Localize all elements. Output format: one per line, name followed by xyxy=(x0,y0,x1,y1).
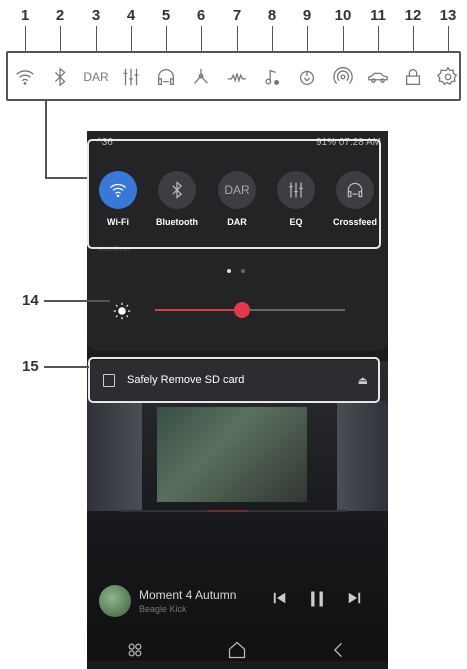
callout-line xyxy=(45,177,87,179)
bluetooth-icon xyxy=(47,60,73,94)
dar-icon: DAR xyxy=(83,60,109,94)
slider-fill xyxy=(155,309,243,311)
settings-icon xyxy=(435,60,461,94)
callout-line xyxy=(44,366,89,368)
legend-number: 8 xyxy=(267,7,277,24)
stage: 1 2 3 4 5 6 7 8 9 10 11 12 13 DAR ^36 91… xyxy=(0,0,467,669)
mqa-icon xyxy=(188,60,214,94)
callout-line xyxy=(44,300,110,302)
legend-number: 4 xyxy=(126,7,136,24)
background-panel xyxy=(337,401,388,511)
mini-player[interactable]: Moment 4 Autumn Beagle Kick xyxy=(87,581,388,621)
legend-number: 13 xyxy=(439,7,457,24)
line-out-icon xyxy=(224,60,250,94)
legend-number: 7 xyxy=(232,7,242,24)
legend-icons: DAR xyxy=(0,60,467,94)
legend-number: 9 xyxy=(302,7,312,24)
apps-icon[interactable] xyxy=(125,640,145,665)
music-icon xyxy=(259,60,285,94)
playback-progress xyxy=(121,510,347,512)
crossfeed-icon xyxy=(153,60,179,94)
wifi-icon xyxy=(12,60,38,94)
legend-number: 3 xyxy=(91,7,101,24)
callout-15: 15 xyxy=(22,358,39,375)
legend-number: 5 xyxy=(161,7,171,24)
legend-number: 10 xyxy=(334,7,352,24)
back-icon[interactable] xyxy=(329,640,349,665)
background-panel xyxy=(87,401,142,511)
legend-number: 2 xyxy=(55,7,65,24)
song-title: Moment 4 Autumn xyxy=(139,588,237,602)
prev-icon[interactable] xyxy=(271,589,289,612)
dar-text: DAR xyxy=(83,70,109,84)
page-dot-active xyxy=(227,269,231,273)
legend-numbers: 1 2 3 4 5 6 7 8 9 10 11 12 13 xyxy=(0,7,467,25)
page-indicator xyxy=(227,269,257,275)
eq-icon xyxy=(118,60,144,94)
page-dot xyxy=(241,269,245,273)
legend-number: 11 xyxy=(370,7,386,24)
lock-icon xyxy=(400,60,426,94)
legend-number: 12 xyxy=(404,7,422,24)
legend-number: 6 xyxy=(196,7,206,24)
pause-icon[interactable] xyxy=(307,589,327,614)
car-icon xyxy=(365,60,391,94)
brightness-icon xyxy=(113,302,131,320)
artist-name: Beagle Kick xyxy=(139,604,187,614)
legend-number: 1 xyxy=(20,7,30,24)
callout-14: 14 xyxy=(22,292,39,309)
nfc-icon xyxy=(330,60,356,94)
album-art-background xyxy=(157,407,307,502)
album-art xyxy=(99,585,131,617)
call-icon xyxy=(294,60,320,94)
callout-line xyxy=(45,101,47,177)
brightness-slider[interactable] xyxy=(155,302,345,318)
notification-highlight-box xyxy=(88,357,380,403)
nav-bar xyxy=(87,636,388,669)
home-icon[interactable] xyxy=(227,640,247,665)
tiles-highlight-box xyxy=(87,139,381,249)
next-icon[interactable] xyxy=(345,589,363,612)
slider-thumb[interactable] xyxy=(234,302,251,318)
